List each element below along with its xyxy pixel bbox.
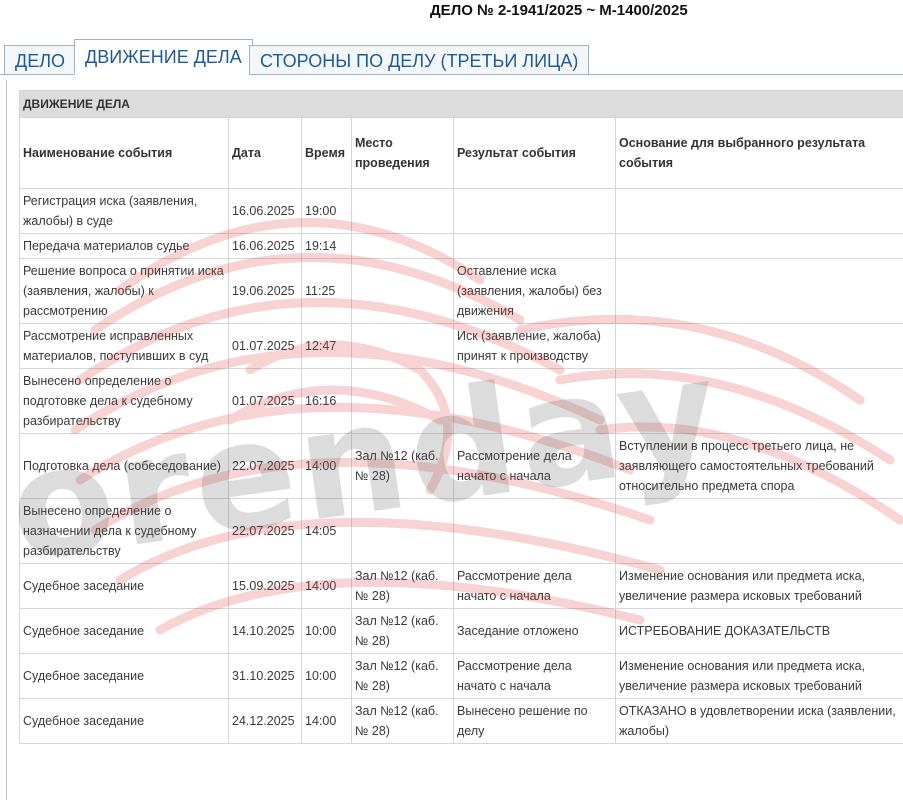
table-row: Рассмотрение исправленных материалов, по… xyxy=(19,323,903,369)
event-name-cell: Судебное заседание xyxy=(19,653,229,699)
table-row: Судебное заседание 15.09.2025 14:00 Зал №12… xyxy=(19,563,903,609)
tab-case[interactable]: ДЕЛО xyxy=(4,45,77,75)
event-result-cell: Вынесено решение по делу xyxy=(453,698,616,744)
event-place-cell: Зал №12 (каб. № 28) xyxy=(351,563,454,609)
event-basis-cell: Изменение основания или предмета иска, у… xyxy=(614,653,903,699)
event-time-cell: 19:14 xyxy=(301,233,352,259)
column-header-date: Дата xyxy=(228,117,302,189)
event-time-cell: 14:05 xyxy=(301,498,352,564)
column-header-result: Результат события xyxy=(453,117,616,189)
event-time-cell: 12:47 xyxy=(301,323,352,369)
table-row: Судебное заседание 14.10.2025 10:00 Зал №12… xyxy=(19,608,903,654)
event-result-cell: Рассмотрение дела начато с начала xyxy=(453,563,616,609)
table-row: Вынесено определение о назначении дела к… xyxy=(19,498,903,564)
column-header-place: Место проведения xyxy=(351,117,454,189)
tab-case-parties[interactable]: СТОРОНЫ ПО ДЕЛУ (ТРЕТЬИ ЛИЦА) xyxy=(249,45,590,75)
event-place-cell xyxy=(351,368,454,434)
event-date-cell: 16.06.2025 xyxy=(228,188,302,234)
event-time-cell: 16:16 xyxy=(301,368,352,434)
event-basis-cell: Изменение основания или предмета иска, у… xyxy=(614,563,903,609)
event-name-cell: Подготовка дела (собеседование) xyxy=(19,433,229,499)
event-date-cell: 24.12.2025 xyxy=(228,698,302,744)
event-basis-cell: ИСТРЕБОВАНИЕ ДОКАЗАТЕЛЬСТВ xyxy=(614,608,903,654)
event-name-cell: Судебное заседание xyxy=(19,563,229,609)
event-result-cell xyxy=(453,233,616,259)
event-result-cell: Рассмотрение дела начато с начала xyxy=(453,433,616,499)
events-table: ДВИЖЕНИЕ ДЕЛА Наименование события Дата … xyxy=(18,90,903,744)
event-time-cell: 14:00 xyxy=(301,698,352,744)
column-header-event: Наименование события xyxy=(19,117,229,189)
tab-bar: ДЕЛО ДВИЖЕНИЕ ДЕЛА СТОРОНЫ ПО ДЕЛУ (ТРЕТ… xyxy=(0,36,903,75)
event-basis-cell xyxy=(614,498,903,564)
event-date-cell: 01.07.2025 xyxy=(228,323,302,369)
event-time-cell: 10:00 xyxy=(301,653,352,699)
event-place-cell xyxy=(351,258,454,324)
table-row: Судебное заседание 31.10.2025 10:00 Зал №12… xyxy=(19,653,903,699)
event-name-cell: Рассмотрение исправленных материалов, по… xyxy=(19,323,229,369)
event-result-cell: Заседание отложено xyxy=(453,608,616,654)
event-name-cell: Регистрация иска (заявления, жалобы) в с… xyxy=(19,188,229,234)
tab-case-movement[interactable]: ДВИЖЕНИЕ ДЕЛА xyxy=(74,39,253,75)
event-time-cell: 14:00 xyxy=(301,563,352,609)
table-row: Вынесено определение о подготовке дела к… xyxy=(19,368,903,434)
case-title: ДЕЛО № 2-1941/2025 ~ М-1400/2025 xyxy=(430,2,688,19)
event-basis-cell xyxy=(614,368,903,434)
event-place-cell xyxy=(351,188,454,234)
event-place-cell xyxy=(351,233,454,259)
event-result-cell xyxy=(453,498,616,564)
event-result-cell: Рассмотрение дела начато с начала xyxy=(453,653,616,699)
event-name-cell: Вынесено определение о назначении дела к… xyxy=(19,498,229,564)
event-place-cell: Зал №12 (каб. № 28) xyxy=(351,433,454,499)
table-row: Подготовка дела (собеседование) 22.07.202… xyxy=(19,433,903,499)
event-date-cell: 22.07.2025 xyxy=(228,433,302,499)
table-row: Передача материалов судье 16.06.2025 19:14 xyxy=(19,233,903,259)
section-header-row: ДВИЖЕНИЕ ДЕЛА xyxy=(18,90,903,118)
event-place-cell: Зал №12 (каб. № 28) xyxy=(351,698,454,744)
event-name-cell: Решение вопроса о принятии иска (заявлен… xyxy=(19,258,229,324)
event-name-cell: Судебное заседание xyxy=(19,608,229,654)
event-basis-cell: Вступлении в процесс третьего лица, не з… xyxy=(614,433,903,499)
event-name-cell: Вынесено определение о подготовке дела к… xyxy=(19,368,229,434)
event-basis-cell xyxy=(614,188,903,234)
table-header-row: Наименование события Дата Время Место пр… xyxy=(19,117,903,189)
event-basis-cell xyxy=(614,233,903,259)
event-basis-cell xyxy=(614,323,903,369)
column-header-basis: Основание для выбранного результата собы… xyxy=(614,117,903,189)
section-title: ДВИЖЕНИЕ ДЕЛА xyxy=(18,90,903,118)
event-date-cell: 22.07.2025 xyxy=(228,498,302,564)
event-result-cell: Оставление иска (заявления, жалобы) без … xyxy=(453,258,616,324)
event-time-cell: 19:00 xyxy=(301,188,352,234)
event-name-cell: Судебное заседание xyxy=(19,698,229,744)
event-result-cell xyxy=(453,188,616,234)
table-row: Регистрация иска (заявления, жалобы) в с… xyxy=(19,188,903,234)
event-place-cell: Зал №12 (каб. № 28) xyxy=(351,653,454,699)
event-place-cell xyxy=(351,323,454,369)
event-date-cell: 19.06.2025 xyxy=(228,258,302,324)
case-movement-panel: ДВИЖЕНИЕ ДЕЛА Наименование события Дата … xyxy=(6,80,903,800)
event-result-cell xyxy=(453,368,616,434)
event-result-cell: Иск (заявление, жалоба) принят к произво… xyxy=(453,323,616,369)
event-date-cell: 14.10.2025 xyxy=(228,608,302,654)
event-basis-cell xyxy=(614,258,903,324)
event-date-cell: 16.06.2025 xyxy=(228,233,302,259)
event-place-cell: Зал №12 (каб. № 28) xyxy=(351,608,454,654)
event-time-cell: 11:25 xyxy=(301,258,352,324)
event-time-cell: 10:00 xyxy=(301,608,352,654)
table-row: Решение вопроса о принятии иска (заявлен… xyxy=(19,258,903,324)
column-header-time: Время xyxy=(301,117,352,189)
event-date-cell: 31.10.2025 xyxy=(228,653,302,699)
event-name-cell: Передача материалов судье xyxy=(19,233,229,259)
event-place-cell xyxy=(351,498,454,564)
event-basis-cell: ОТКАЗАНО в удовлетворении иска (заявлени… xyxy=(614,698,903,744)
event-date-cell: 15.09.2025 xyxy=(228,563,302,609)
event-date-cell: 01.07.2025 xyxy=(228,368,302,434)
event-time-cell: 14:00 xyxy=(301,433,352,499)
table-row: Судебное заседание 24.12.2025 14:00 Зал №12… xyxy=(19,698,903,744)
